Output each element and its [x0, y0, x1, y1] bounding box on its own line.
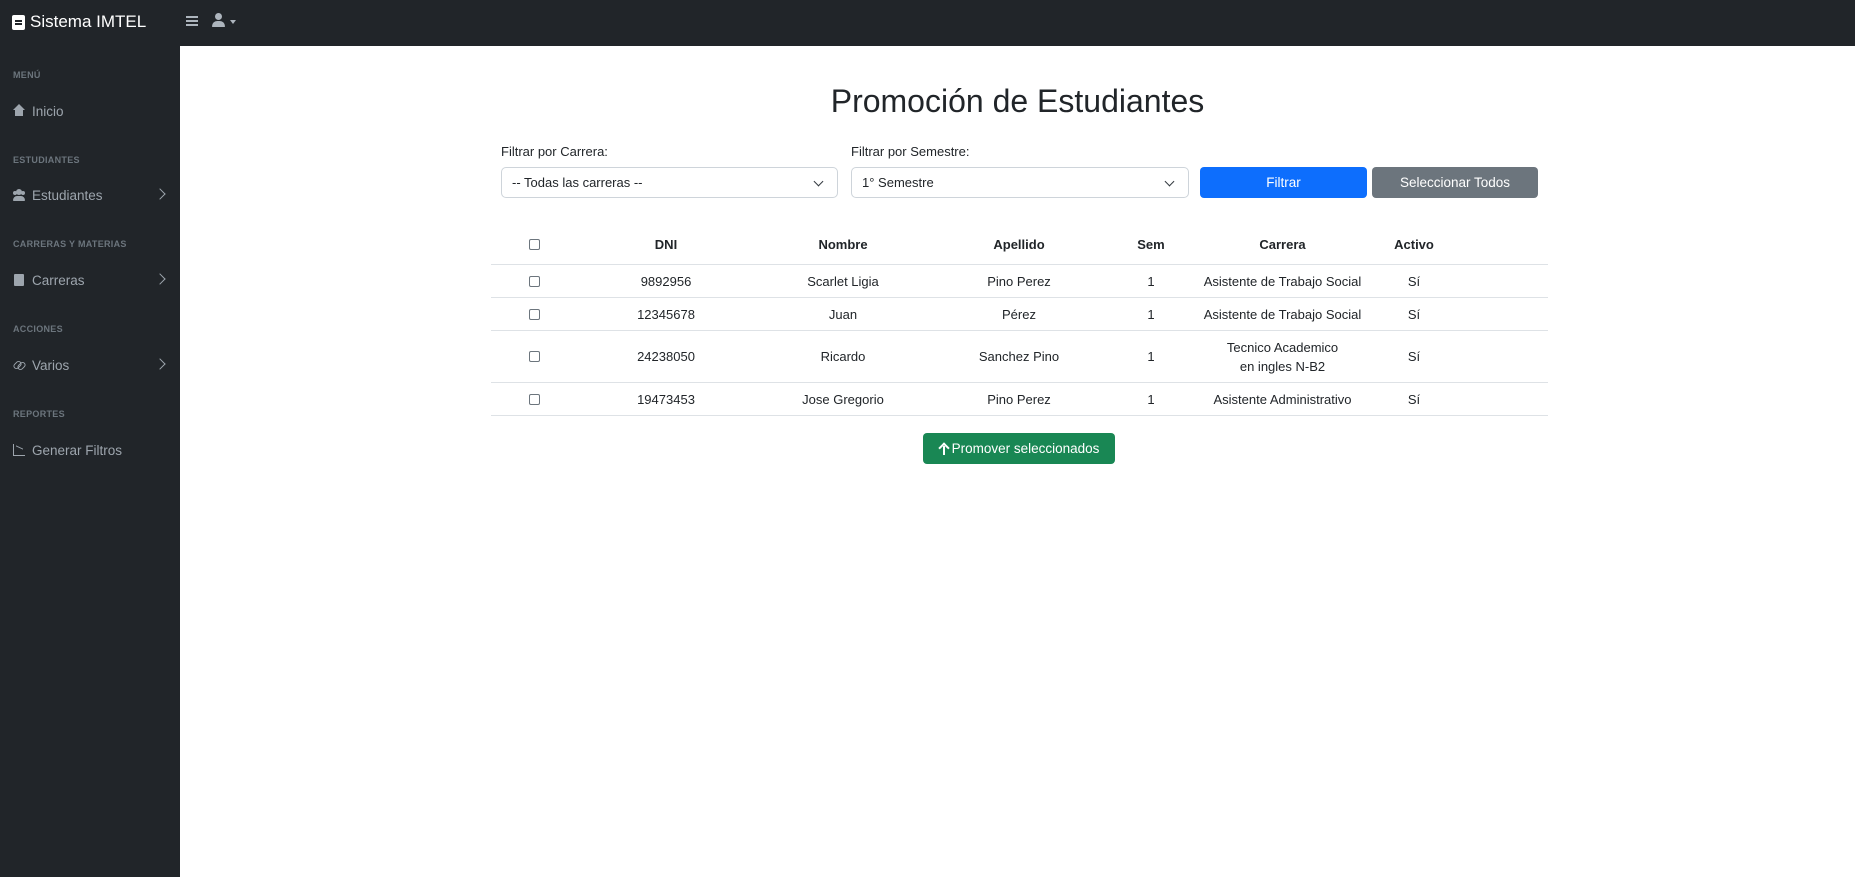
caret-down-icon [230, 20, 236, 24]
nombre-cell: Juan [828, 306, 858, 322]
sem-cell: 1 [1147, 306, 1155, 322]
book-icon [13, 274, 25, 286]
dni-cell: 24238050 [637, 349, 695, 364]
sidebar-item-varios[interactable]: Varios [0, 349, 180, 381]
sidebar-item-generar-filtros[interactable]: Generar Filtros [0, 434, 180, 466]
sidebar-item-inicio[interactable]: Inicio [0, 95, 180, 127]
chevron-right-icon [154, 273, 166, 285]
carrera-cell: Asistente de Trabajo Social [1203, 273, 1362, 289]
user-menu-button[interactable] [212, 13, 236, 27]
activo-cell: Sí [1407, 306, 1421, 322]
filter-button[interactable]: Filtrar [1200, 167, 1367, 198]
dni-cell: 9892956 [640, 273, 692, 289]
select-all-checkbox-cell [491, 224, 577, 264]
brand[interactable]: Sistema IMTEL [12, 0, 146, 44]
page-title: Promoción de Estudiantes [830, 83, 1205, 119]
activo-cell: Sí [1407, 273, 1421, 289]
table-row: 19473453 Jose Gregorio Pino Perez 1 Asis… [491, 383, 1548, 416]
apellido-cell: Sanchez Pino [978, 349, 1060, 364]
table-row: 24238050 Ricardo Sanchez Pino 1 Tecnico … [491, 331, 1548, 383]
sidebar-item-carreras[interactable]: Carreras [0, 264, 180, 296]
sidebar-heading-acciones: ACCIONES [13, 324, 63, 334]
dni-cell: 19473453 [637, 391, 695, 407]
users-icon [13, 189, 25, 201]
dni-cell: 12345678 [637, 306, 695, 322]
row-checkbox-cell [491, 331, 577, 382]
apellido-cell: Pino Perez [987, 391, 1051, 407]
chevron-right-icon [154, 358, 166, 370]
nombre-cell: Jose Gregorio [802, 391, 884, 407]
semestre-select-value: 1° Semestre [862, 175, 934, 190]
column-header: Nombre [818, 236, 868, 252]
link-icon [13, 359, 25, 371]
select-all-button[interactable]: Seleccionar Todos [1372, 167, 1538, 198]
semestre-select[interactable]: 1° Semestre [851, 167, 1189, 198]
carrera-cell: Asistente Administrativo [1213, 391, 1352, 407]
top-navbar: Sistema IMTEL [0, 0, 1855, 46]
table-header-row: DNI Nombre Apellido Sem Carrera Activo [491, 224, 1548, 265]
chart-icon [13, 444, 25, 456]
nombre-cell: Scarlet Ligia [807, 273, 879, 289]
activo-cell: Sí [1407, 349, 1421, 364]
chevron-down-icon [813, 176, 824, 187]
sidebar: MENÚ Inicio ESTUDIANTES Estudiantes CARR… [0, 46, 180, 877]
apellido-cell: Pino Perez [987, 273, 1051, 289]
column-header: Carrera [1259, 236, 1306, 252]
promote-button-label: Promover seleccionados [951, 441, 1100, 456]
brand-title: Sistema IMTEL [30, 12, 147, 31]
sem-cell: 1 [1147, 349, 1155, 364]
sidebar-heading-reportes: REPORTES [13, 409, 65, 419]
apellido-cell: Pérez [1002, 306, 1036, 322]
activo-cell: Sí [1407, 391, 1421, 407]
nombre-cell: Ricardo [820, 349, 866, 364]
sidebar-heading-carreras: CARRERAS Y MATERIAS [13, 239, 127, 249]
semestre-filter-label: Filtrar por Semestre: [851, 144, 970, 159]
row-checkbox[interactable] [528, 351, 540, 362]
row-checkbox-cell [491, 298, 577, 330]
chevron-down-icon [1164, 176, 1175, 187]
carrera-cell: Tecnico Academico en ingles N-B2 [1226, 339, 1339, 374]
sidebar-item-label: Carreras [32, 272, 85, 288]
carrera-cell: Asistente de Trabajo Social [1203, 306, 1362, 322]
row-checkbox[interactable] [528, 275, 540, 287]
sidebar-item-label: Inicio [32, 103, 64, 119]
sidebar-item-estudiantes[interactable]: Estudiantes [0, 179, 180, 211]
row-checkbox-cell [491, 265, 577, 297]
table-row: 12345678 Juan Pérez 1 Asistente de Traba… [491, 298, 1548, 331]
sem-cell: 1 [1147, 391, 1155, 407]
arrow-up-icon [939, 443, 949, 455]
carrera-filter-label: Filtrar por Carrera: [501, 144, 608, 159]
column-header: Apellido [993, 236, 1045, 252]
sidebar-heading-menu: MENÚ [13, 70, 41, 80]
column-header: DNI [654, 236, 678, 252]
carrera-select-value: -- Todas las carreras -- [512, 175, 643, 190]
column-header: Sem [1137, 236, 1165, 252]
chevron-right-icon [154, 188, 166, 200]
select-all-checkbox[interactable] [528, 238, 540, 250]
carrera-select[interactable]: -- Todas las carreras -- [501, 167, 838, 198]
sidebar-item-label: Estudiantes [32, 187, 103, 203]
students-table: DNI Nombre Apellido Sem Carrera Activo 9… [491, 224, 1548, 416]
sidebar-item-label: Generar Filtros [32, 442, 123, 458]
book-icon [12, 14, 25, 30]
main-content: Promoción de Estudiantes Filtrar por Car… [180, 46, 1855, 877]
column-header: Activo [1394, 236, 1434, 252]
row-checkbox-cell [491, 383, 577, 415]
table-row: 9892956 Scarlet Ligia Pino Perez 1 Asist… [491, 265, 1548, 298]
promote-selected-button[interactable]: Promover seleccionados [923, 433, 1115, 464]
row-checkbox[interactable] [528, 393, 540, 405]
sem-cell: 1 [1147, 273, 1155, 289]
row-checkbox[interactable] [528, 308, 540, 320]
home-icon [13, 104, 25, 117]
sidebar-toggle-button[interactable] [186, 14, 198, 28]
sidebar-item-label: Varios [32, 357, 70, 373]
user-icon [212, 13, 225, 27]
sidebar-heading-estudiantes: ESTUDIANTES [13, 155, 80, 165]
hamburger-icon [186, 16, 198, 18]
